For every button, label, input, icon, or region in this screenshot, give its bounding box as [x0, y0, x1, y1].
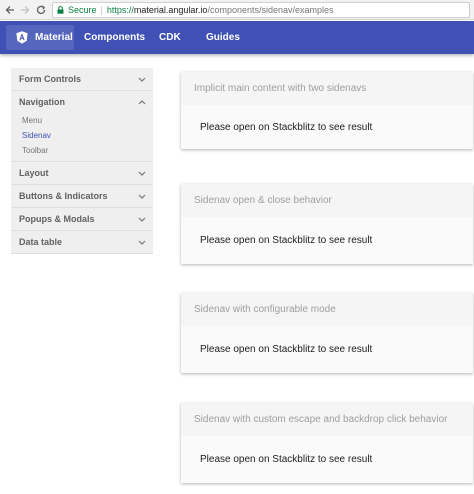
secure-label: Secure [68, 5, 97, 15]
example-card-title: Implicit main content with two sidenavs [181, 72, 473, 105]
url-path: /components/sidenav/examples [207, 5, 334, 15]
sidenav-group-label: Layout [19, 168, 49, 178]
chevron-down-icon [138, 192, 146, 200]
back-arrow-icon[interactable] [2, 1, 17, 19]
sidenav-group-popups-modals[interactable]: Popups & Modals [11, 208, 153, 231]
sidenav-group-header[interactable]: Buttons & Indicators [11, 185, 153, 207]
example-card-body: Please open on Stackblitz to see result [181, 436, 473, 483]
chevron-down-icon [138, 169, 146, 177]
sidenav-group-form-controls[interactable]: Form Controls [11, 68, 153, 91]
sidenav-item-sidenav[interactable]: Sidenav [11, 128, 153, 143]
example-card: Sidenav with custom escape and backdrop … [181, 403, 473, 483]
url-scheme: https:// [106, 5, 134, 15]
nav-link-cdk[interactable]: CDK [159, 21, 181, 54]
example-card-body: Please open on Stackblitz to see result [181, 326, 473, 373]
sidenav-group-header[interactable]: Form Controls [11, 68, 153, 90]
example-card-title: Sidenav open & close behavior [181, 184, 473, 217]
angular-logo-icon [16, 31, 28, 44]
sidenav-group-header[interactable]: Data table [11, 231, 153, 253]
sidenav-group-layout[interactable]: Layout [11, 162, 153, 185]
sidenav-group-label: Buttons & Indicators [19, 191, 108, 201]
chevron-down-icon [138, 215, 146, 223]
sidenav-group-navigation[interactable]: Navigation Menu Sidenav Toolbar [11, 91, 153, 162]
sidenav-sub-list: Menu Sidenav Toolbar [11, 113, 153, 161]
sidenav-group-data-table[interactable]: Data table [11, 231, 153, 254]
example-card-body: Please open on Stackblitz to see result [181, 105, 473, 149]
sidenav: Form Controls Navigation Menu Sidenav To… [11, 68, 153, 254]
sidenav-group-label: Popups & Modals [19, 214, 95, 224]
sidenav-item-menu[interactable]: Menu [11, 113, 153, 128]
example-card: Sidenav with configurable mode Please op… [181, 293, 473, 373]
chevron-down-icon [138, 75, 146, 83]
sidenav-group-header[interactable]: Layout [11, 162, 153, 184]
chevron-up-icon [138, 98, 146, 106]
example-card-title: Sidenav with custom escape and backdrop … [181, 403, 473, 436]
nav-link-guides[interactable]: Guides [206, 21, 240, 54]
forward-arrow-icon[interactable] [17, 1, 32, 19]
nav-link-components[interactable]: Components [84, 21, 145, 54]
url-separator: | [100, 5, 103, 15]
sidenav-group-buttons-indicators[interactable]: Buttons & Indicators [11, 185, 153, 208]
sidenav-group-header[interactable]: Popups & Modals [11, 208, 153, 230]
material-home-button[interactable]: Material [6, 25, 74, 50]
browser-bar: Secure | https:// material.angular.io /c… [0, 0, 474, 20]
app-toolbar: Material Components CDK Guides [0, 21, 474, 54]
example-card: Implicit main content with two sidenavs … [181, 72, 473, 149]
sidenav-group-label: Form Controls [19, 74, 81, 84]
sidenav-group-header[interactable]: Navigation [11, 91, 153, 113]
example-card-body: Please open on Stackblitz to see result [181, 217, 473, 264]
url-host: material.angular.io [133, 5, 208, 15]
sidenav-group-label: Data table [19, 237, 63, 247]
chevron-down-icon [138, 238, 146, 246]
sidenav-group-label: Navigation [19, 97, 66, 107]
lock-icon [57, 6, 64, 14]
example-card: Sidenav open & close behavior Please ope… [181, 184, 473, 264]
home-label: Material [35, 32, 73, 43]
sidenav-item-toolbar[interactable]: Toolbar [11, 143, 153, 158]
example-card-title: Sidenav with configurable mode [181, 293, 473, 326]
reload-icon[interactable] [33, 1, 48, 19]
address-bar[interactable]: Secure | https:// material.angular.io /c… [52, 2, 470, 18]
